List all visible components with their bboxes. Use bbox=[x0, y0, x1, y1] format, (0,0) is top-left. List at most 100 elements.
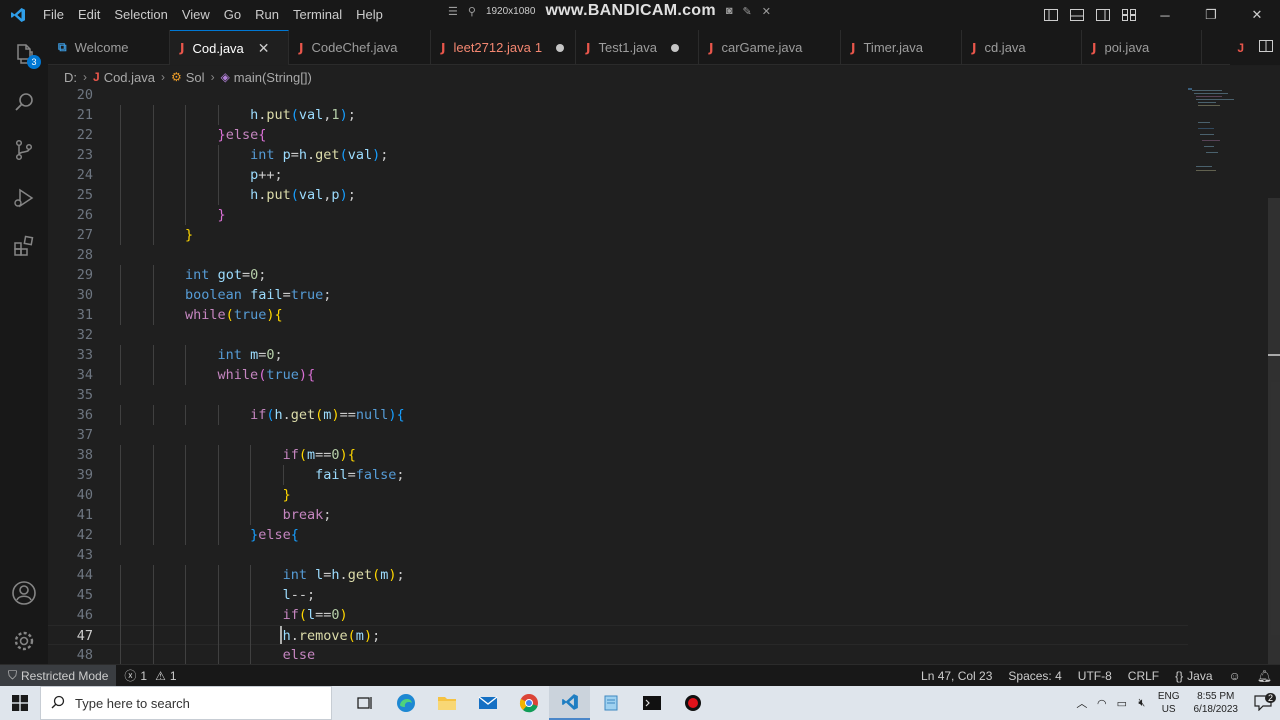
edge-browser-icon[interactable] bbox=[385, 686, 426, 720]
minimize-button[interactable]: ─ bbox=[1142, 0, 1188, 30]
close-icon[interactable]: ✕ bbox=[762, 5, 771, 18]
code-token: ) bbox=[363, 628, 373, 644]
menu-item[interactable]: Go bbox=[217, 0, 248, 30]
tab-timer-java[interactable]: J Timer.java bbox=[841, 30, 962, 65]
indent-guide bbox=[120, 165, 121, 185]
menu-item[interactable]: Edit bbox=[71, 0, 107, 30]
pencil-icon[interactable]: ✎ bbox=[743, 5, 752, 18]
notifications-bell-icon[interactable]: 🔔︎ bbox=[1249, 669, 1280, 683]
menu-item[interactable]: Terminal bbox=[286, 0, 349, 30]
extensions-icon[interactable] bbox=[0, 222, 48, 270]
encoding[interactable]: UTF-8 bbox=[1070, 669, 1120, 683]
code-token: ; bbox=[380, 147, 389, 163]
split-editor-icon[interactable] bbox=[1258, 39, 1273, 57]
minimap[interactable] bbox=[1188, 88, 1268, 664]
code-token: { bbox=[347, 447, 356, 463]
code-token: ; bbox=[323, 287, 332, 303]
tab-cd-java[interactable]: Jcd.java bbox=[962, 30, 1082, 65]
recorder-resolution: 1920x1080 bbox=[485, 5, 536, 17]
indent-guide bbox=[120, 185, 121, 205]
settings-gear-icon[interactable] bbox=[0, 617, 48, 665]
chevron-up-icon[interactable]: ︿ bbox=[1072, 695, 1092, 711]
chrome-icon[interactable] bbox=[508, 686, 549, 720]
tab-test1-java[interactable]: J Test1.java bbox=[576, 30, 699, 65]
list-icon[interactable]: ☰ bbox=[448, 5, 458, 18]
unsaved-dot-icon[interactable] bbox=[671, 43, 680, 52]
terminal-icon[interactable] bbox=[631, 686, 672, 720]
task-view-icon[interactable] bbox=[344, 686, 385, 720]
tab-leet2712-java[interactable]: Jleet2712.java 1 bbox=[431, 30, 576, 65]
system-tray: ︿ ◠ ▭ 🔇︎ ENG US 8:55 PM 6/18/2023 2 bbox=[1072, 686, 1280, 720]
breadcrumb-class[interactable]: ⚙ Sol bbox=[171, 70, 205, 85]
window-close-button[interactable]: ✕ bbox=[1234, 0, 1280, 30]
network-icon[interactable]: ◠ bbox=[1092, 697, 1112, 710]
code-text: int m=0; bbox=[218, 345, 283, 365]
menu-item[interactable]: Selection bbox=[107, 0, 174, 30]
indent-guide bbox=[152, 525, 154, 545]
menu-item[interactable]: Help bbox=[349, 0, 390, 30]
tab-label: cd.java bbox=[984, 40, 1026, 55]
explorer-icon[interactable]: 3 bbox=[0, 30, 48, 78]
tab-codechef-java[interactable]: J CodeChef.java bbox=[289, 30, 431, 65]
editor-scrollbar[interactable] bbox=[1268, 198, 1280, 664]
notepad-icon[interactable] bbox=[590, 686, 631, 720]
tab-welcome[interactable]: ⧉ Welcome bbox=[48, 30, 170, 65]
status-bar: ⛉ Restricted Mode ⓧ 1 ⚠ 1 Ln 47, Col 23 … bbox=[0, 664, 1280, 687]
tab-close-icon[interactable]: ✕ bbox=[258, 40, 270, 57]
code-text: while(true){ bbox=[218, 365, 316, 385]
code-token: 1 bbox=[331, 107, 340, 123]
taskbar-search-box[interactable]: Type here to search bbox=[40, 686, 332, 720]
feedback-icon[interactable]: ☺ bbox=[1221, 669, 1249, 683]
indent-guide bbox=[120, 565, 121, 585]
menu-item[interactable]: View bbox=[175, 0, 217, 30]
search-placeholder: Type here to search bbox=[75, 695, 190, 711]
breadcrumb-file[interactable]: J Cod.java bbox=[93, 70, 155, 85]
toggle-secondary-sidebar-icon[interactable] bbox=[1090, 0, 1116, 30]
indent-guide bbox=[152, 305, 154, 325]
tab-cod-java[interactable]: J Cod.java ✕ bbox=[170, 30, 289, 65]
error-icon: ⓧ bbox=[124, 669, 137, 683]
windows-start-icon[interactable] bbox=[0, 686, 40, 720]
unsaved-dot-icon[interactable] bbox=[556, 43, 565, 52]
code-token: ) bbox=[339, 107, 348, 123]
pin-icon[interactable]: ⚲ bbox=[468, 5, 476, 18]
file-explorer-icon[interactable] bbox=[426, 686, 467, 720]
problems-indicator[interactable]: ⓧ 1 ⚠ 1 bbox=[116, 667, 184, 684]
language-mode[interactable]: {} Java bbox=[1167, 669, 1220, 683]
maximize-button[interactable]: ❐ bbox=[1188, 0, 1234, 30]
tab-cargame-java[interactable]: JcarGame.java bbox=[699, 30, 841, 65]
notification-center-icon[interactable]: 2 bbox=[1246, 693, 1280, 711]
code-token: fail bbox=[315, 467, 348, 483]
clock[interactable]: 8:55 PM 6/18/2023 bbox=[1194, 690, 1239, 716]
restricted-mode-indicator[interactable]: ⛉ Restricted Mode bbox=[0, 664, 117, 687]
breadcrumb-method[interactable]: ◈ main(String[]) bbox=[221, 70, 312, 85]
mail-icon[interactable] bbox=[467, 686, 508, 720]
menu-item[interactable]: Run bbox=[248, 0, 286, 30]
line-number: 41 bbox=[76, 507, 93, 523]
search-icon[interactable] bbox=[0, 78, 48, 126]
input-language[interactable]: ENG US bbox=[1158, 690, 1180, 716]
code-line: 37 bbox=[48, 425, 1188, 445]
toggle-panel-icon[interactable] bbox=[1064, 0, 1090, 30]
volume-muted-icon[interactable]: 🔇︎ bbox=[1132, 697, 1152, 710]
menu-item[interactable]: File bbox=[36, 0, 71, 30]
indentation[interactable]: Spaces: 4 bbox=[1000, 669, 1069, 683]
source-control-icon[interactable] bbox=[0, 126, 48, 174]
run-debug-icon[interactable] bbox=[0, 174, 48, 222]
cursor-position[interactable]: Ln 47, Col 23 bbox=[913, 669, 1000, 683]
indent-guide bbox=[250, 505, 252, 525]
code-editor[interactable]: 20 21 h.put(val,1); 22}else{23 int p=h.get(v… bbox=[48, 88, 1280, 664]
record-icon[interactable] bbox=[672, 686, 713, 720]
line-ending[interactable]: CRLF bbox=[1120, 669, 1167, 683]
breadcrumb-drive[interactable]: D: bbox=[64, 70, 77, 85]
code-token: h bbox=[250, 107, 259, 123]
toggle-sidebar-icon[interactable] bbox=[1038, 0, 1064, 30]
tab-poi-java[interactable]: Jpoi.java bbox=[1082, 30, 1202, 65]
customize-layout-icon[interactable] bbox=[1116, 0, 1142, 30]
vscode-taskbar-icon[interactable] bbox=[549, 686, 590, 720]
language-label: Java bbox=[1187, 669, 1213, 683]
account-icon[interactable] bbox=[0, 569, 48, 617]
camera-icon[interactable]: ◙ bbox=[726, 5, 733, 17]
line-number: 37 bbox=[76, 427, 93, 443]
battery-icon[interactable]: ▭ bbox=[1112, 697, 1132, 710]
